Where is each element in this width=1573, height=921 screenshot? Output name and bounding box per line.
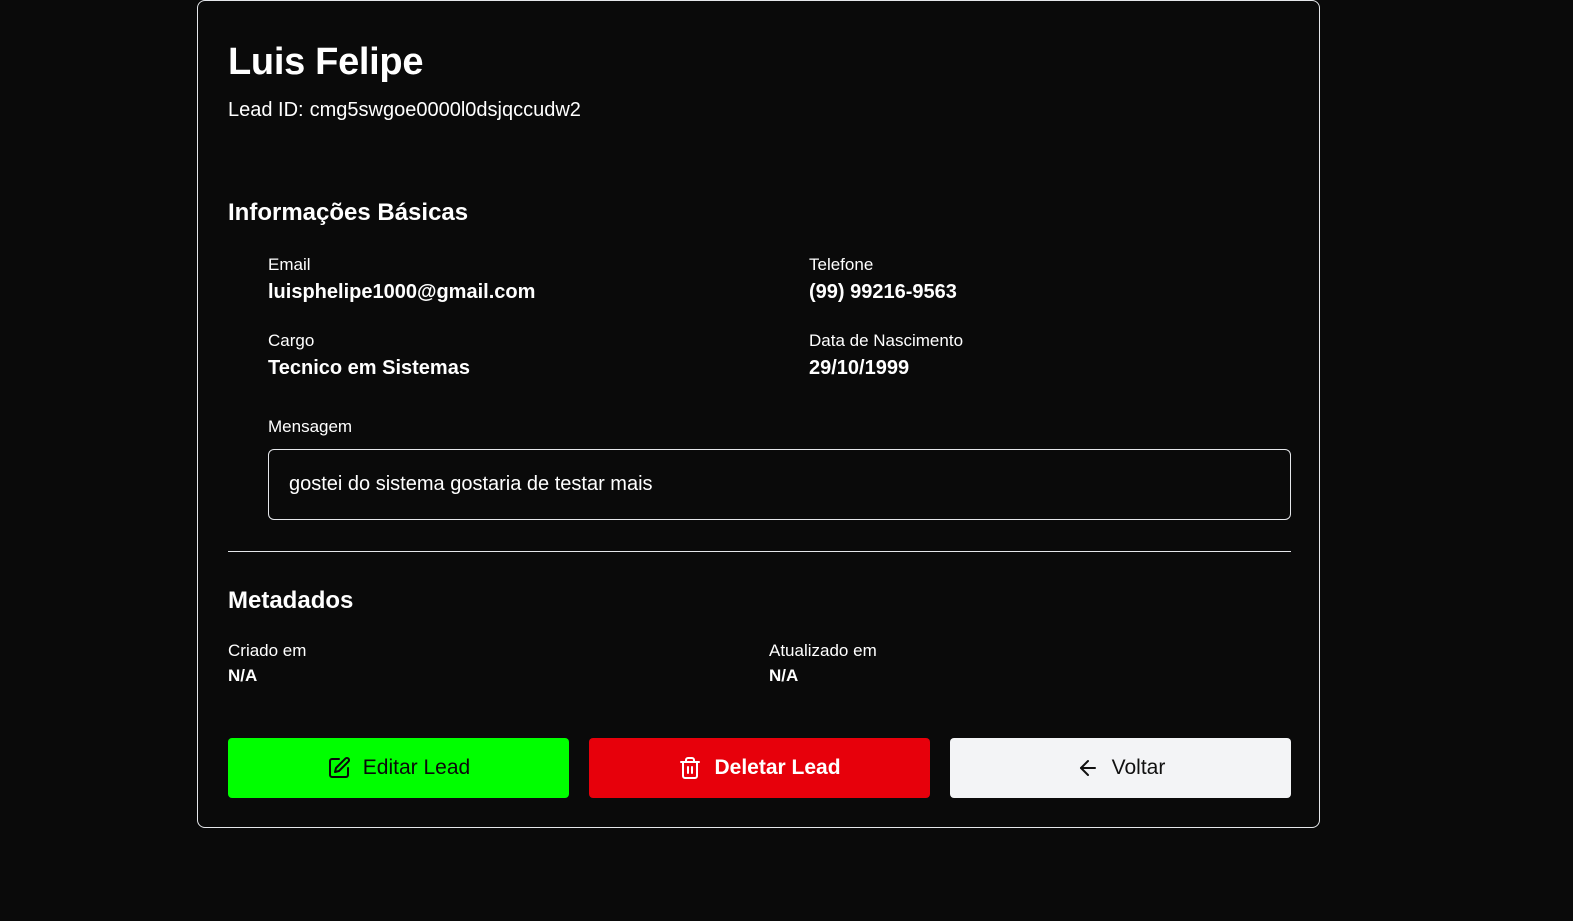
updated-at-label: Atualizado em [769, 641, 877, 660]
phone-label: Telefone [809, 255, 874, 274]
back-button[interactable]: Voltar [950, 738, 1291, 798]
edit-lead-button[interactable]: Editar Lead [228, 738, 569, 798]
role-label: Cargo [268, 331, 315, 350]
message-box: gostei do sistema gostaria de testar mai… [268, 449, 1291, 520]
edit-lead-label: Editar Lead [362, 756, 471, 779]
message-label: Mensagem [268, 417, 353, 436]
basic-info-heading: Informações Básicas [228, 199, 469, 226]
phone-value: (99) 99216-9563 [809, 281, 957, 303]
lead-id-value: cmg5swgoe0000l0dsjqccudw2 [309, 99, 581, 121]
delete-lead-button[interactable]: Deletar Lead [589, 738, 930, 798]
trash-icon [678, 756, 702, 780]
role-value: Tecnico em Sistemas [268, 357, 470, 379]
lead-id-label: Lead ID: [228, 99, 304, 121]
email-label: Email [268, 255, 311, 274]
message-text: gostei do sistema gostaria de testar mai… [289, 473, 653, 495]
birth-date-value: 29/10/1999 [809, 357, 910, 379]
birth-date-label: Data de Nascimento [809, 331, 964, 350]
metadata-heading: Metadados [228, 587, 354, 614]
email-value: luisphelipe1000@gmail.com [268, 281, 536, 303]
lead-id: Lead ID: cmg5swgoe0000l0dsjqccudw2 [228, 99, 581, 122]
created-at-label: Criado em [228, 641, 307, 660]
back-label: Voltar [1111, 756, 1166, 779]
created-at-value: N/A [228, 666, 258, 685]
updated-at-value: N/A [769, 666, 799, 685]
lead-detail-card: Luis Felipe Lead ID: cmg5swgoe0000l0dsjq… [197, 0, 1320, 828]
section-divider [228, 551, 1291, 552]
page-title: Luis Felipe [228, 41, 424, 83]
edit-icon [327, 756, 351, 780]
delete-lead-label: Deletar Lead [714, 756, 841, 779]
arrow-left-icon [1076, 756, 1100, 780]
